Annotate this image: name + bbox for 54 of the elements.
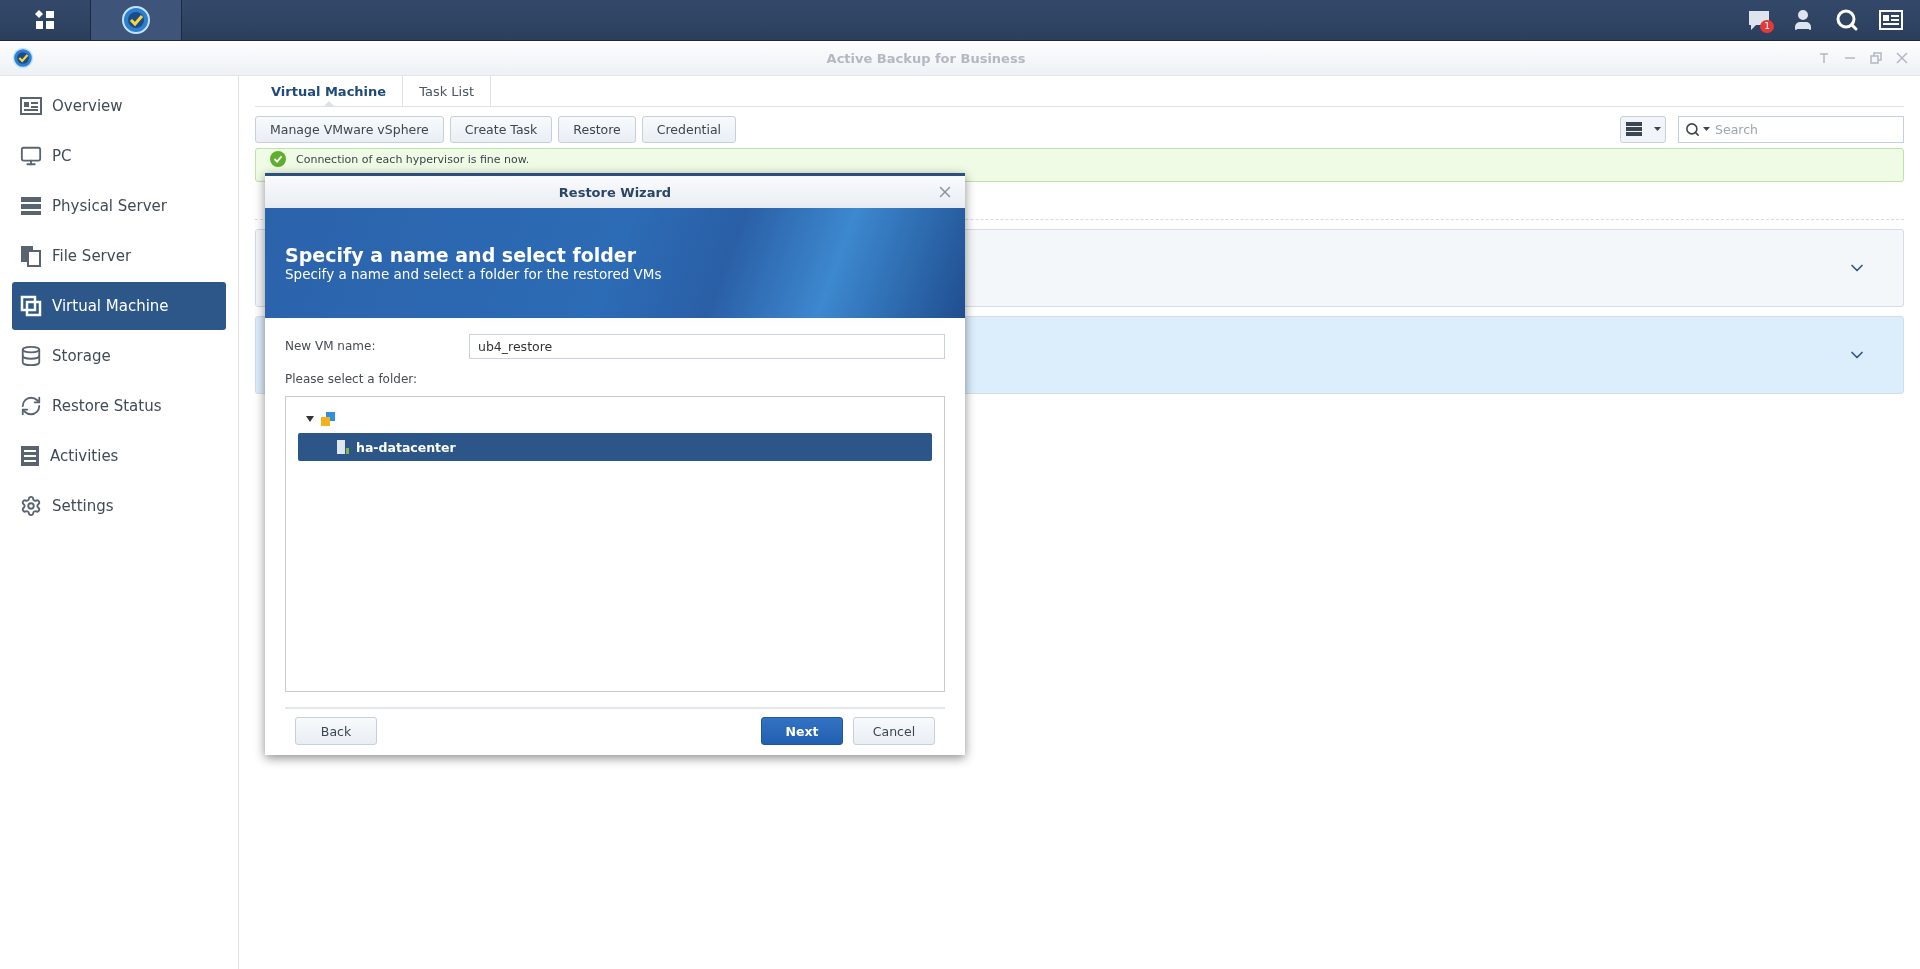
toolbar-button[interactable]: Credential: [641, 115, 737, 143]
server-icon: [20, 196, 42, 216]
sidebar-item[interactable]: Settings: [12, 482, 226, 530]
wizard-heading: Specify a name and select folder: [285, 244, 638, 266]
app-taskbar-button[interactable]: [91, 0, 182, 40]
sidebar-item[interactable]: Activities: [12, 432, 226, 480]
caret-icon: [1654, 127, 1661, 131]
overview-icon: [20, 96, 42, 116]
app-logo-icon: [12, 47, 34, 69]
search-icon: [1835, 8, 1859, 32]
sidebar-item[interactable]: Virtual Machine: [12, 282, 226, 330]
field-label: Please select a folder:: [285, 372, 419, 386]
toolbar-button[interactable]: Manage VMware vSphere: [255, 115, 444, 143]
grid-icon: [35, 10, 55, 30]
building-icon: [336, 439, 350, 455]
sidebar-item[interactable]: Physical Server: [12, 182, 226, 230]
search-field[interactable]: Search: [1678, 115, 1904, 143]
status-message: Connection of each hypervisor is fine now.: [296, 152, 530, 168]
toolbar-button[interactable]: Create Task: [449, 115, 553, 143]
wizard-button[interactable]: Cancel: [853, 717, 935, 745]
database-icon: [20, 345, 42, 367]
wizard-button[interactable]: Back: [295, 717, 377, 745]
list-icon: [20, 445, 40, 467]
toolbar-button[interactable]: Restore: [558, 115, 636, 143]
search-icon: [1685, 121, 1700, 137]
sidebar-item[interactable]: Restore Status: [12, 382, 226, 430]
caret-icon: [1703, 127, 1710, 131]
wizard-subheading: Specify a name and select a folder for the restored VMs: [285, 266, 663, 282]
sidebar-item[interactable]: File Server: [12, 232, 226, 280]
refresh-icon: [20, 395, 42, 417]
copies-icon: [20, 295, 42, 317]
tab[interactable]: Task List: [403, 76, 492, 106]
wizard-button[interactable]: Next: [761, 717, 843, 745]
notifications-button[interactable]: 1: [1744, 5, 1774, 35]
field-label: New VM name:: [285, 339, 377, 353]
sidebar-item[interactable]: Overview: [12, 82, 226, 130]
window-title: Active Backup for Business: [825, 50, 1027, 66]
vm-name-field[interactable]: ub4_restore: [469, 333, 945, 359]
view-mode-button[interactable]: [1620, 115, 1666, 143]
laptop-icon: [20, 145, 42, 167]
list-view-icon: [1625, 121, 1643, 137]
sidebar-item[interactable]: PC: [12, 132, 226, 180]
host-icon: [320, 411, 336, 427]
dialog-title: Restore Wizard: [558, 184, 672, 200]
sidebar-item[interactable]: Storage: [12, 332, 226, 380]
tree-row[interactable]: ha-datacenter: [298, 433, 932, 461]
notification-count: 1: [1760, 20, 1774, 33]
tab[interactable]: Virtual Machine: [255, 76, 404, 106]
check-circle-icon: [270, 151, 286, 167]
app-logo-icon: [121, 5, 151, 35]
documents-icon: [20, 245, 42, 267]
settings-icon: [20, 495, 42, 517]
expanded-caret-icon[interactable]: [306, 416, 314, 422]
widget-card-icon: [1879, 10, 1903, 30]
